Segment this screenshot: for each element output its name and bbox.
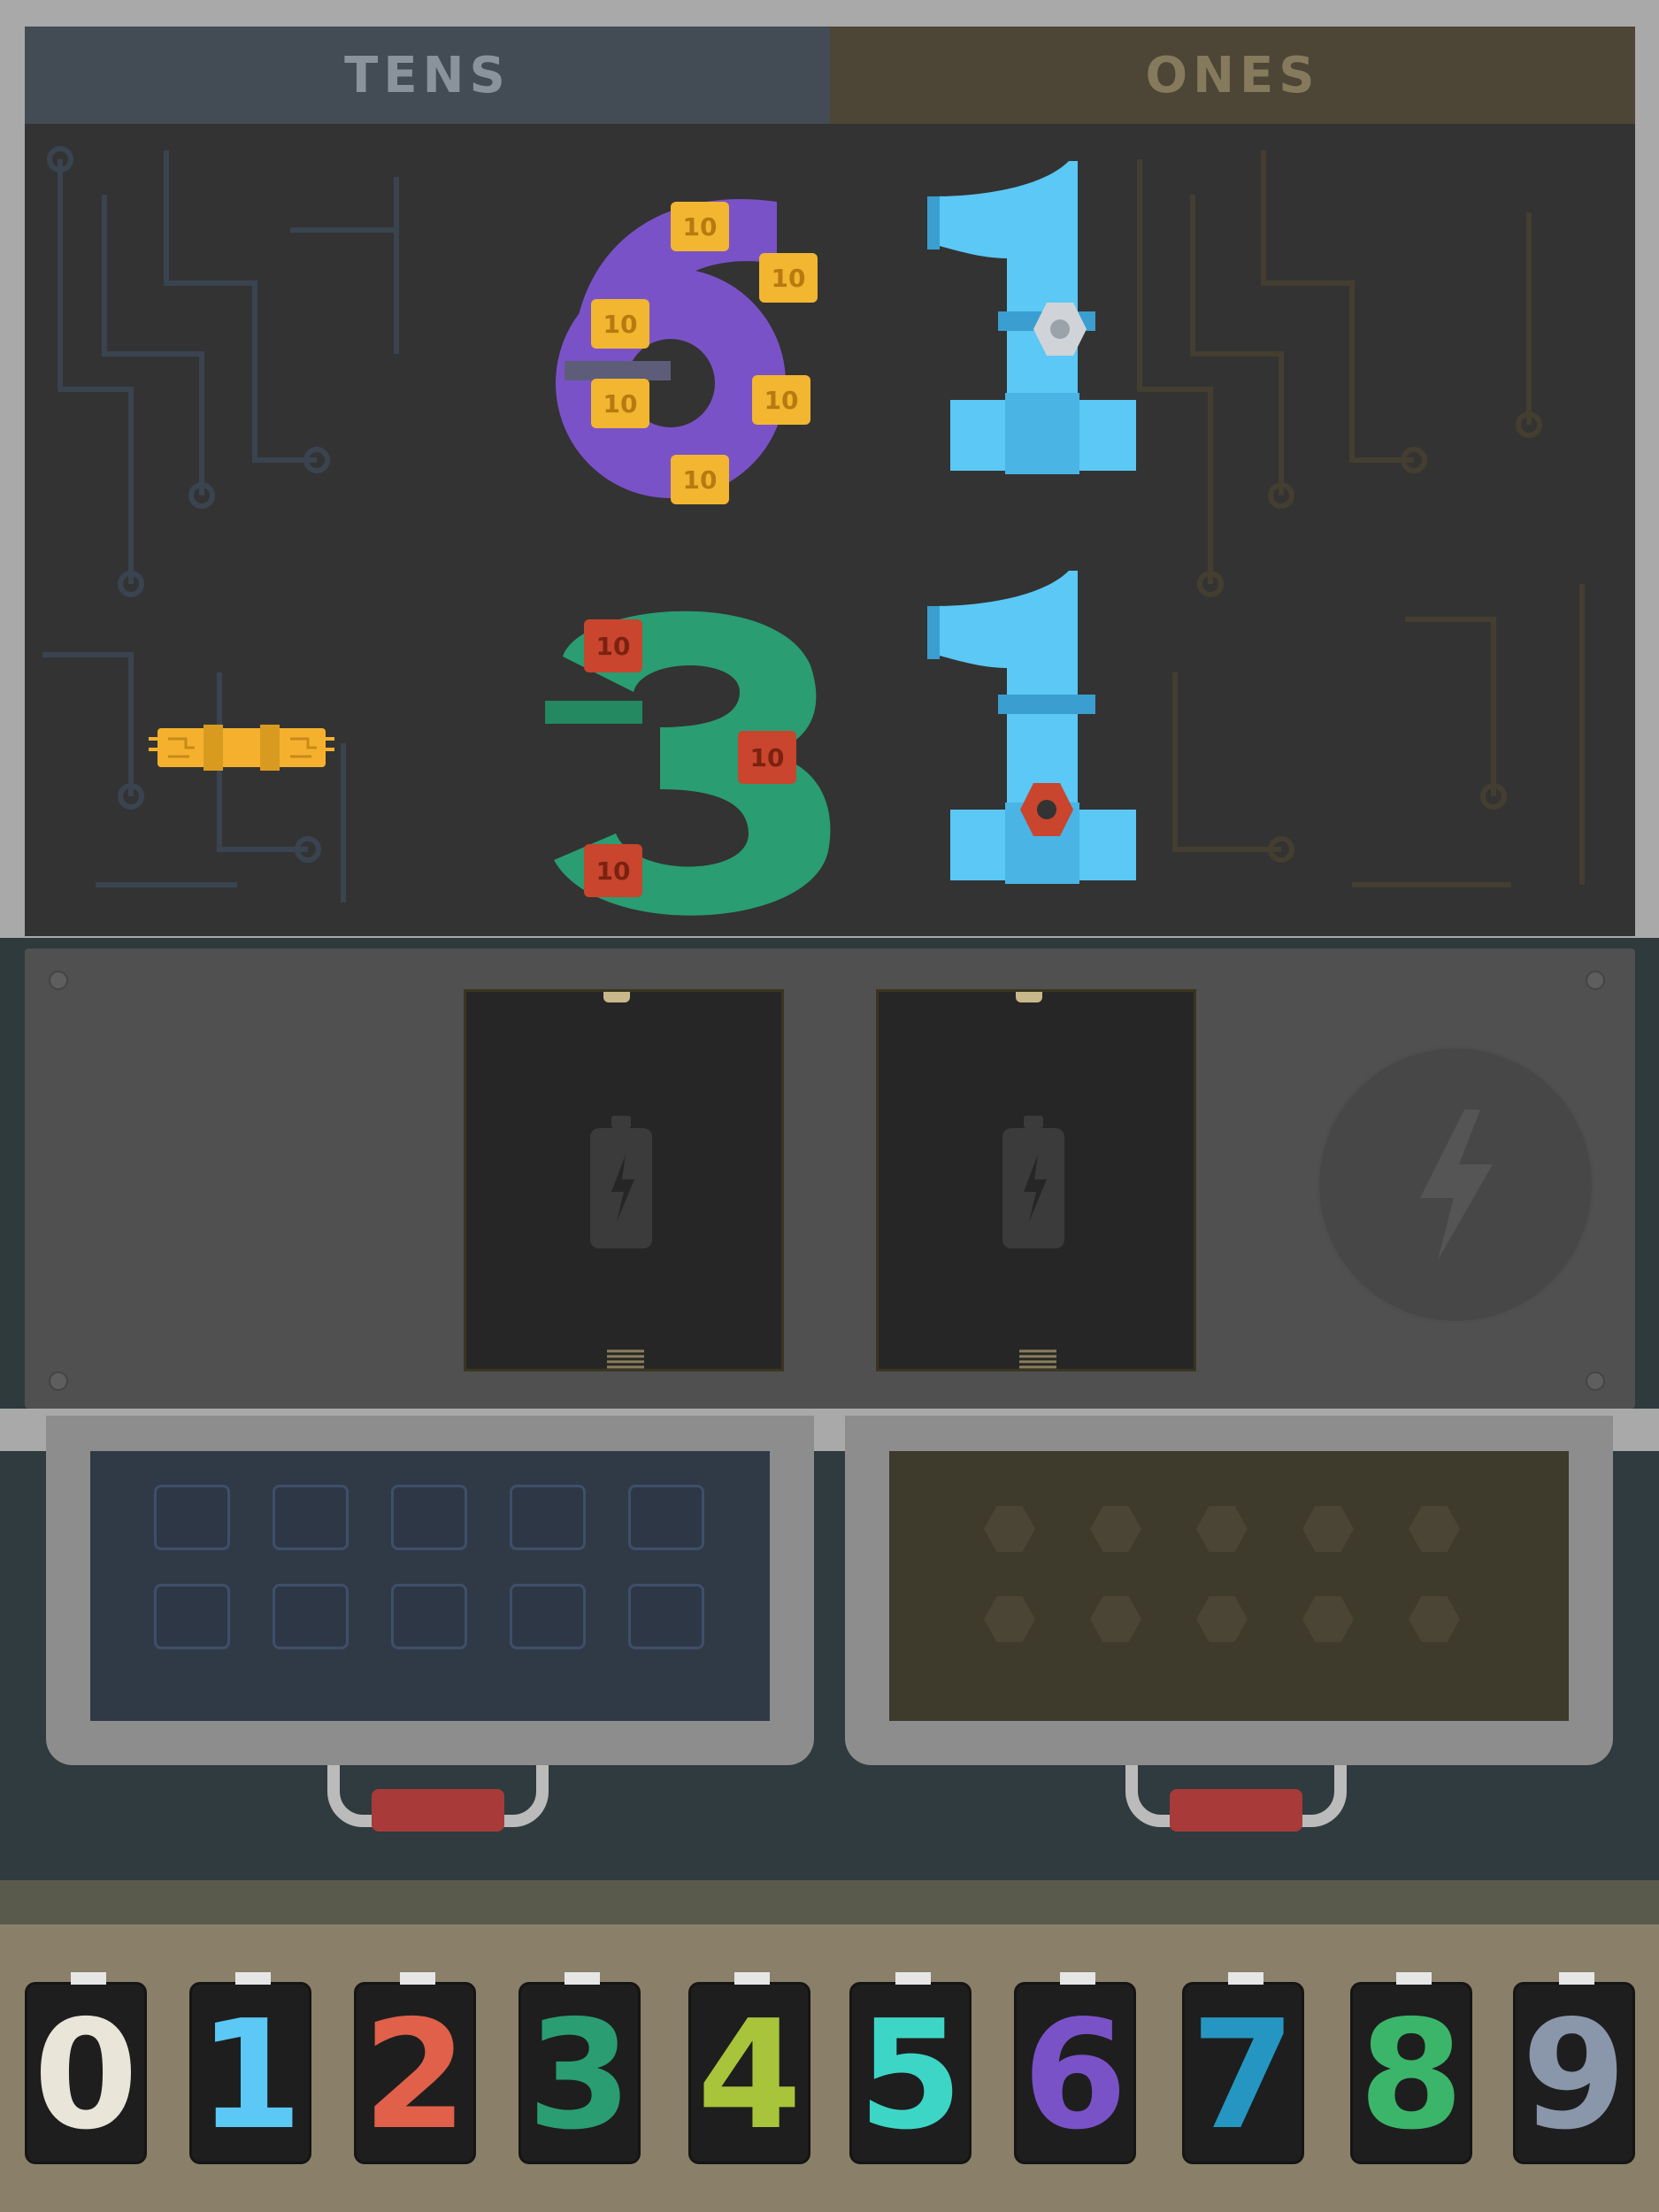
ten-block: 10 <box>759 253 818 303</box>
digit-tile-9[interactable]: 9 <box>1513 1972 1635 2164</box>
ten-block: 10 <box>584 619 642 672</box>
digit-tile-7[interactable]: 7 <box>1182 1972 1304 2164</box>
bottom-ones-digit-one <box>927 571 1136 884</box>
digit-tile-label: 5 <box>857 1988 964 2163</box>
battery-icon <box>1002 1116 1064 1248</box>
tens-bin-cell <box>273 1584 349 1649</box>
digit-tile-4[interactable]: 4 <box>688 1972 810 2164</box>
lightning-icon <box>1420 1110 1493 1260</box>
tens-bin-cell <box>391 1485 467 1550</box>
screw-icon <box>1586 971 1605 990</box>
digit-tile-label: 9 <box>1521 1988 1627 2163</box>
tens-header-label: TENS <box>344 46 511 104</box>
digit-tile-3[interactable]: 3 <box>518 1972 641 2164</box>
digit-tile-5[interactable]: 5 <box>849 1972 972 2164</box>
digit-tile-label: 0 <box>33 1988 139 2163</box>
terminal-top <box>603 992 630 1002</box>
digit-tile-1[interactable]: 1 <box>189 1972 311 2164</box>
tens-bin-cell <box>273 1485 349 1550</box>
digit-tile-label: 4 <box>696 1988 803 2163</box>
digit-tile-0[interactable]: 0 <box>25 1972 147 2164</box>
tens-bin-cell <box>510 1584 586 1649</box>
terminal-top <box>1016 992 1042 1002</box>
screw-icon <box>1586 1371 1605 1391</box>
ones-column-header: ONES <box>830 27 1635 124</box>
screw-icon <box>49 1371 68 1391</box>
bottom-tens-digit: 10 10 10 <box>545 595 846 931</box>
tens-bin-cell <box>628 1584 704 1649</box>
minus-sign <box>149 725 334 771</box>
spring-icon <box>607 1349 644 1369</box>
digit-tile-label: 7 <box>1190 1988 1296 2163</box>
ones-header-label: ONES <box>1145 46 1320 104</box>
battery-icon <box>590 1116 652 1248</box>
digit-tile-label: 6 <box>1022 1988 1128 2163</box>
work-area: 10 10 10 10 10 10 10 10 10 <box>25 124 1635 936</box>
tens-bin-cell <box>154 1584 230 1649</box>
ten-block: 10 <box>671 455 729 504</box>
power-button[interactable] <box>1317 1046 1594 1324</box>
tens-column-header: TENS <box>25 27 830 124</box>
tray-rim <box>0 1880 1659 1924</box>
ten-block: 10 <box>752 375 810 425</box>
ten-block: 10 <box>738 731 796 784</box>
digit-tile-label: 8 <box>1358 1988 1464 2163</box>
spring-icon <box>1019 1349 1056 1369</box>
tens-bin-handle-grip <box>372 1789 504 1832</box>
digit-tile-6[interactable]: 6 <box>1014 1972 1136 2164</box>
top-ones-digit-one <box>927 161 1136 474</box>
tens-bin-cell <box>628 1485 704 1550</box>
digit-tile-2[interactable]: 2 <box>354 1972 476 2164</box>
battery-slot-1[interactable] <box>464 989 784 1371</box>
ten-block: 10 <box>591 299 649 349</box>
tens-bin-cell <box>391 1584 467 1649</box>
tens-bin-cell <box>154 1485 230 1550</box>
ten-block: 10 <box>671 202 729 251</box>
ten-block: 10 <box>591 379 649 428</box>
digit-tile-label: 3 <box>526 1988 633 2163</box>
digit-tile-8[interactable]: 8 <box>1350 1972 1472 2164</box>
tens-bin-cell <box>510 1485 586 1550</box>
ones-bin-interior <box>889 1451 1569 1721</box>
ones-bin-handle-grip <box>1170 1789 1302 1832</box>
top-tens-digit: 10 10 10 10 10 10 <box>547 166 839 511</box>
digit-tile-label: 1 <box>197 1988 303 2163</box>
screw-icon <box>49 971 68 990</box>
ten-block: 10 <box>584 844 642 897</box>
battery-slot-2[interactable] <box>876 989 1196 1371</box>
digit-tile-label: 2 <box>362 1988 468 2163</box>
